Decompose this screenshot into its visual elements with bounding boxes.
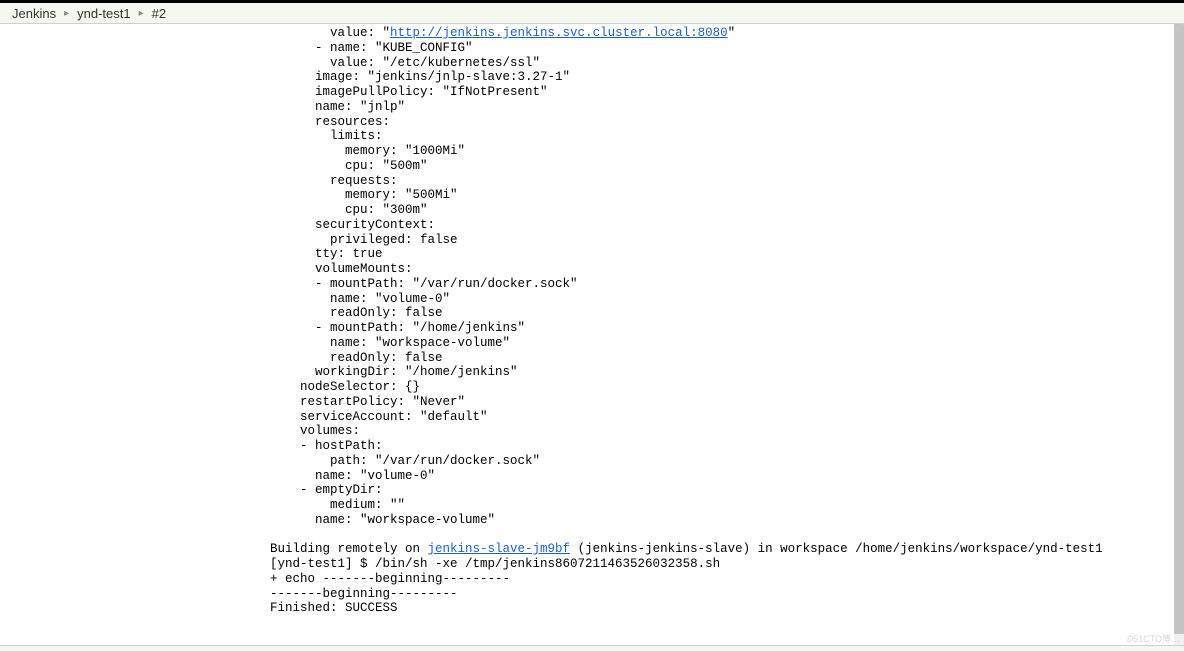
- footer-bar: [0, 645, 1184, 651]
- jenkins-url-link[interactable]: http://jenkins.jenkins.svc.cluster.local…: [390, 26, 728, 40]
- watermark-text: ©51CTO博…: [1127, 632, 1180, 645]
- breadcrumb-job[interactable]: ynd-test1: [77, 6, 130, 21]
- slave-node-link[interactable]: jenkins-slave-jm9bf: [428, 542, 571, 556]
- breadcrumb: Jenkins ▸ ynd-test1 ▸ #2: [0, 3, 1184, 24]
- breadcrumb-jenkins[interactable]: Jenkins: [12, 6, 56, 21]
- console-text: value: ": [270, 26, 390, 40]
- breadcrumb-build[interactable]: #2: [152, 6, 166, 21]
- scrollbar-track[interactable]: [1174, 24, 1184, 645]
- chevron-right-icon: ▸: [64, 8, 69, 19]
- scrollbar-thumb[interactable]: [1174, 24, 1184, 634]
- chevron-right-icon: ▸: [139, 8, 144, 19]
- console-output: value: "http://jenkins.jenkins.svc.clust…: [0, 24, 1184, 616]
- console-text: " - name: "KUBE_CONFIG" value: "/etc/kub…: [270, 26, 735, 556]
